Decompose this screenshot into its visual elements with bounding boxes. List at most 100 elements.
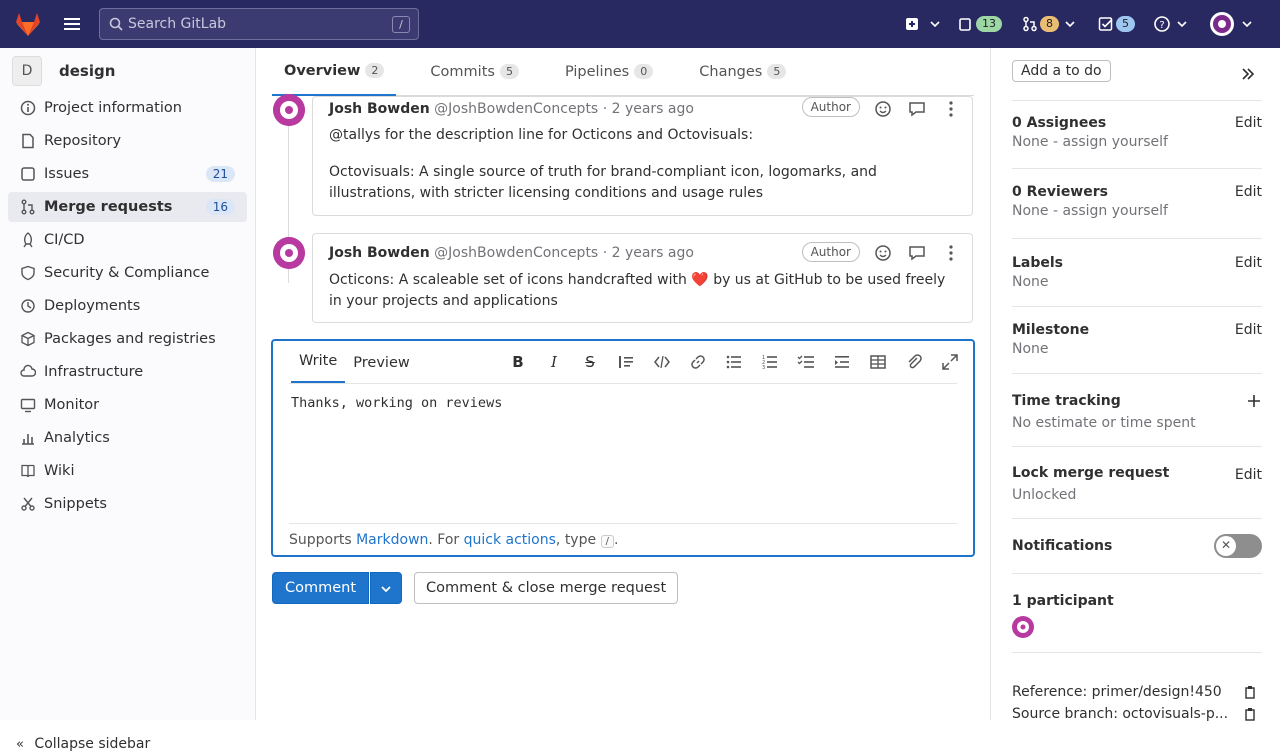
more-actions-icon[interactable] xyxy=(942,244,960,262)
sidebar-item-wiki[interactable]: Wiki xyxy=(8,456,247,486)
sidebar-item-packages-and-registries[interactable]: Packages and registries xyxy=(8,324,247,354)
sidebar-item-analytics[interactable]: Analytics xyxy=(8,423,247,453)
emoji-reaction-icon[interactable] xyxy=(874,244,892,262)
sidebar-item-security-compliance[interactable]: Security & Compliance xyxy=(8,258,247,288)
sidebar-item-merge-requests[interactable]: Merge requests 16 xyxy=(8,192,247,222)
create-new-dropdown[interactable] xyxy=(904,12,942,36)
sidebar-item-monitor[interactable]: Monitor xyxy=(8,390,247,420)
tab-count-badge: 5 xyxy=(499,64,519,79)
code-icon[interactable] xyxy=(653,353,671,371)
link-icon[interactable] xyxy=(689,353,707,371)
reply-icon[interactable] xyxy=(908,100,926,118)
sidebar-item-ci-cd[interactable]: CI/CD xyxy=(8,225,247,255)
chart-icon xyxy=(22,434,34,445)
markdown-link[interactable]: Markdown xyxy=(356,532,428,548)
collapse-right-sidebar-icon[interactable] xyxy=(1240,66,1256,82)
edit-labels-button[interactable]: Edit xyxy=(1235,255,1262,271)
collapse-sidebar-button[interactable]: « Collapse sidebar xyxy=(16,736,150,752)
user-avatar-icon[interactable] xyxy=(273,237,305,269)
assign-yourself-link[interactable]: None - assign yourself xyxy=(1012,134,1262,150)
search-input[interactable]: Search GitLab / xyxy=(99,8,419,40)
more-actions-icon[interactable] xyxy=(942,100,960,118)
comment-editor: Write Preview B I S 123 Thanks, working … xyxy=(271,339,975,557)
strikethrough-icon[interactable]: S xyxy=(581,353,599,371)
assign-reviewer-link[interactable]: None - assign yourself xyxy=(1012,203,1262,219)
bulleted-list-icon[interactable] xyxy=(725,353,743,371)
bold-icon[interactable]: B xyxy=(509,353,527,371)
menu-icon[interactable] xyxy=(62,14,82,34)
sidebar-item-issues[interactable]: Issues 21 xyxy=(8,159,247,189)
collapsible-section-icon[interactable] xyxy=(833,353,851,371)
note-timestamp[interactable]: · 2 years ago xyxy=(603,245,694,261)
plus-icon[interactable] xyxy=(1246,393,1262,409)
note-actions xyxy=(874,244,960,262)
add-todo-button[interactable]: Add a to do xyxy=(1012,60,1111,82)
plus-square-icon xyxy=(906,18,918,30)
table-icon[interactable] xyxy=(869,353,887,371)
task-list-icon[interactable] xyxy=(797,353,815,371)
edit-reviewers-button[interactable]: Edit xyxy=(1235,184,1262,200)
sidebar-item-repository[interactable]: Repository xyxy=(8,126,247,156)
close-icon: ✕ xyxy=(1216,536,1236,556)
tab-changes[interactable]: Changes 5 xyxy=(687,48,798,96)
project-sidebar: D design Project information Repository Is… xyxy=(0,48,256,752)
note-handle[interactable]: @JoshBowdenConcepts xyxy=(434,245,598,261)
tab-overview[interactable]: Overview 2 xyxy=(272,48,397,96)
tab-commits[interactable]: Commits 5 xyxy=(418,48,531,96)
note-handle[interactable]: @JoshBowdenConcepts xyxy=(434,101,598,117)
comment-and-close-button[interactable]: Comment & close merge request xyxy=(414,572,679,604)
sidebar-item-snippets[interactable]: Snippets xyxy=(8,489,247,519)
comment-type-dropdown[interactable] xyxy=(370,572,403,604)
sidebar-item-infrastructure[interactable]: Infrastructure xyxy=(8,357,247,387)
issues-nav[interactable]: 13 xyxy=(958,12,1002,36)
editor-divider xyxy=(289,383,957,384)
todos-nav[interactable]: 5 xyxy=(1098,12,1135,36)
note-author[interactable]: Josh Bowden xyxy=(329,101,430,117)
user-menu[interactable] xyxy=(1210,12,1254,36)
milestone-value: None xyxy=(1012,341,1049,357)
comment-note: Josh Bowden @JoshBowdenConcepts · 2 year… xyxy=(312,233,973,323)
project-link[interactable]: D design xyxy=(12,56,115,86)
gitlab-logo-icon[interactable] xyxy=(14,10,42,38)
tab-write[interactable]: Write xyxy=(291,353,346,383)
sidebar-item-label: Deployments xyxy=(44,298,141,314)
participants-title: 1 participant xyxy=(1012,593,1114,609)
merge-requests-nav[interactable]: 8 xyxy=(1022,12,1077,36)
lock-title: Lock merge request xyxy=(1012,465,1170,481)
search-icon xyxy=(109,17,123,31)
notifications-toggle[interactable]: ✕ xyxy=(1214,534,1262,558)
comment-textarea[interactable]: Thanks, working on reviews xyxy=(291,395,502,411)
cloud-icon xyxy=(20,364,36,377)
help-dropdown[interactable]: ? xyxy=(1153,12,1189,36)
reply-icon[interactable] xyxy=(908,244,926,262)
italic-icon[interactable]: I xyxy=(545,353,563,371)
fullscreen-icon[interactable] xyxy=(941,353,959,371)
copy-icon[interactable] xyxy=(1244,707,1258,721)
attach-file-icon[interactable] xyxy=(905,353,923,371)
search-placeholder: Search GitLab xyxy=(128,16,227,32)
tab-pipelines[interactable]: Pipelines 0 xyxy=(553,48,665,96)
comment-button[interactable]: Comment xyxy=(272,572,370,604)
numbered-list-icon[interactable]: 123 xyxy=(761,353,779,371)
quote-icon[interactable] xyxy=(617,353,635,371)
note-author[interactable]: Josh Bowden xyxy=(329,245,430,261)
quick-actions-link[interactable]: quick actions xyxy=(464,532,556,548)
author-badge: Author xyxy=(801,242,860,262)
sidebar-item-label: Infrastructure xyxy=(44,364,144,380)
merge-request-icon xyxy=(1023,16,1037,32)
participant-avatar-icon[interactable] xyxy=(1012,616,1034,638)
tab-count-badge: 2 xyxy=(365,63,385,78)
emoji-reaction-icon[interactable] xyxy=(874,100,892,118)
note-timestamp[interactable]: · 2 years ago xyxy=(603,101,694,117)
notifications-section: Notifications ✕ xyxy=(1012,534,1262,574)
edit-assignees-button[interactable]: Edit xyxy=(1235,115,1262,131)
svg-text:?: ? xyxy=(1159,20,1164,31)
user-avatar-icon[interactable] xyxy=(273,94,305,126)
sidebar-item-deployments[interactable]: Deployments xyxy=(8,291,247,321)
note-header: Josh Bowden @JoshBowdenConcepts · 2 year… xyxy=(329,245,694,261)
copy-icon[interactable] xyxy=(1244,685,1258,699)
edit-lock-button[interactable]: Edit xyxy=(1235,467,1262,483)
sidebar-item-project-information[interactable]: Project information xyxy=(8,93,247,123)
edit-milestone-button[interactable]: Edit xyxy=(1235,322,1262,338)
tab-preview[interactable]: Preview xyxy=(345,355,417,383)
